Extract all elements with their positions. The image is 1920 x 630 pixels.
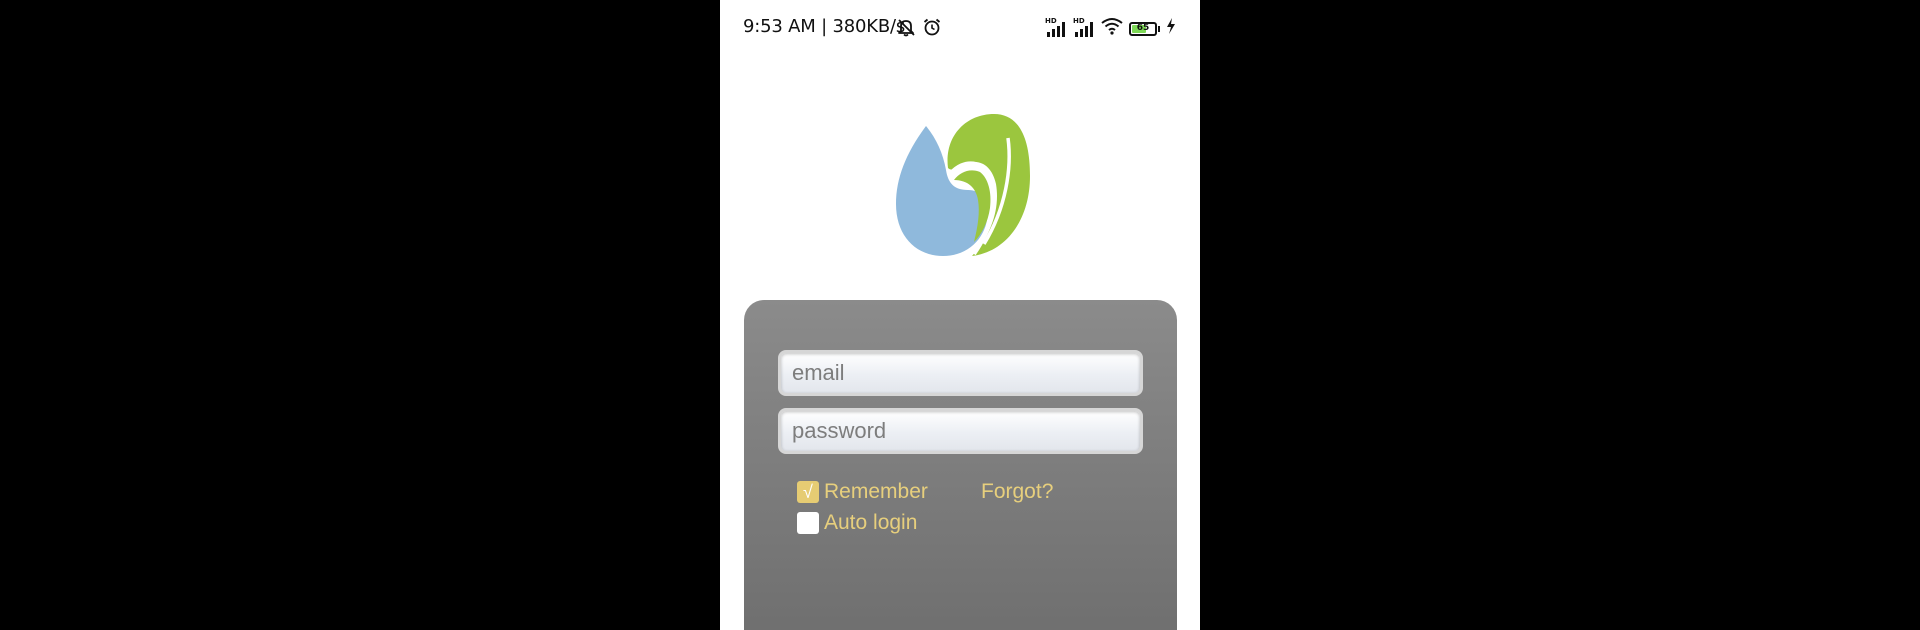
alarm-icon (922, 17, 942, 42)
login-card: √ Remember Forgot? Auto login (744, 300, 1177, 630)
signal-hd-label: HD (1073, 16, 1085, 25)
auto-login-option[interactable]: Auto login (797, 511, 917, 535)
mute-icon (896, 17, 916, 42)
status-time: 9:53 AM | 380KB/s (743, 16, 906, 37)
phone-screen: 9:53 AM | 380KB/s HD HD 65 email √ Remem… (720, 0, 1200, 630)
check-mark-icon: √ (803, 482, 813, 502)
charging-icon (1166, 18, 1176, 39)
password-input[interactable] (778, 408, 1143, 454)
auto-login-checkbox[interactable] (797, 512, 819, 534)
battery-icon: 65 (1129, 21, 1160, 36)
email-input[interactable] (778, 350, 1143, 396)
remember-option[interactable]: √ Remember (797, 480, 928, 504)
status-icons-right: HD HD 65 (1045, 17, 1176, 40)
status-icons-left (896, 17, 942, 42)
battery-level: 65 (1136, 22, 1150, 33)
signal-icon: HD (1045, 16, 1067, 38)
signal-hd-label: HD (1045, 16, 1057, 25)
signal-icon: HD (1073, 16, 1095, 38)
remember-label: Remember (824, 480, 928, 503)
wifi-icon (1101, 17, 1123, 40)
auto-login-label: Auto login (824, 511, 918, 534)
status-bar: 9:53 AM | 380KB/s HD HD 65 (720, 0, 1200, 56)
app-logo (888, 108, 1034, 260)
remember-checkbox[interactable]: √ (797, 481, 819, 503)
forgot-password-link[interactable]: Forgot? (981, 480, 1053, 504)
